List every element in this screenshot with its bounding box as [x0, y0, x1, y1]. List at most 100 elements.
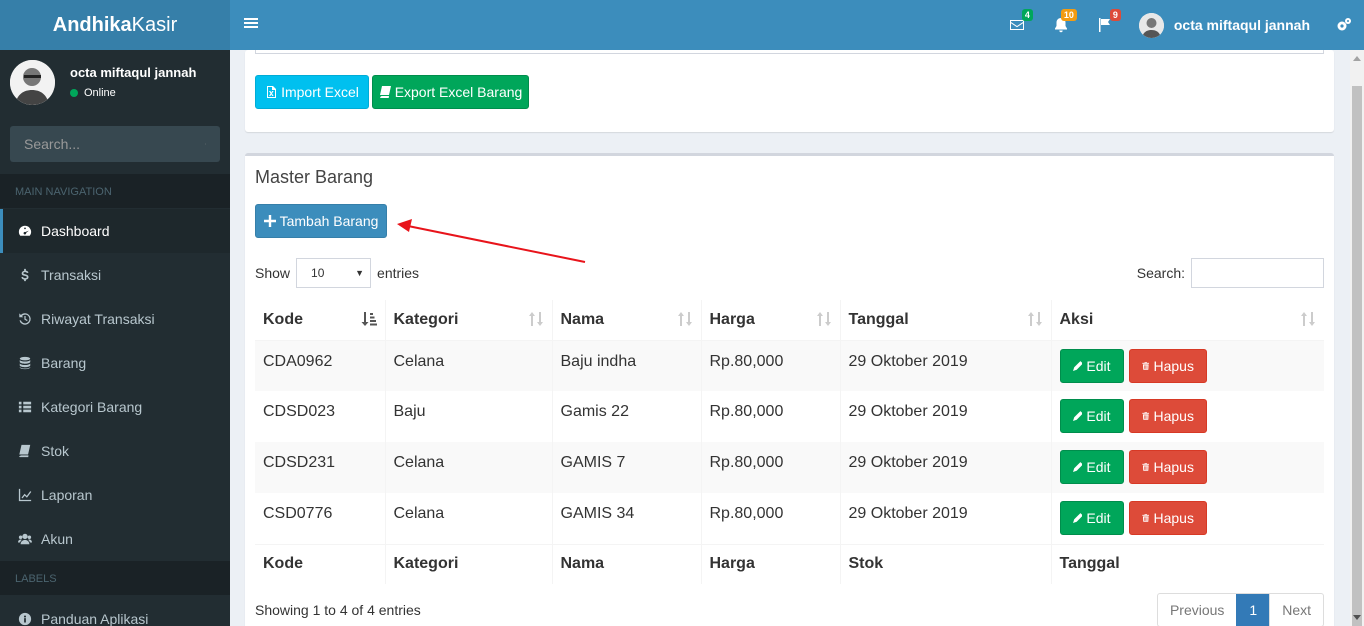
sidebar-item-label: Kategori Barang — [41, 399, 143, 415]
user-menu[interactable]: octa miftaqul jannah — [1127, 0, 1324, 50]
notifications-button[interactable]: 10 — [1039, 0, 1083, 50]
trash-icon — [1142, 361, 1150, 370]
add-barang-label: Tambah Barang — [279, 213, 379, 229]
book-icon — [379, 86, 391, 98]
cell-aksi: Edit Hapus — [1051, 442, 1324, 493]
sidebar-item-barang[interactable]: Barang — [0, 341, 230, 385]
dollar-icon — [21, 268, 29, 282]
line-chart-icon — [18, 488, 32, 502]
sidebar-user-name: octa miftaqul jannah — [70, 65, 197, 80]
cell-harga: Rp.80,000 — [701, 391, 841, 442]
table-info: Showing 1 to 4 of 4 entries — [255, 602, 421, 618]
cell-aksi: Edit Hapus — [1051, 493, 1324, 544]
edit-button[interactable]: Edit — [1059, 450, 1124, 484]
settings-button[interactable] — [1324, 0, 1364, 50]
sidebar: octa miftaqul jannah Online MAIN NAVIGAT… — [0, 50, 230, 626]
page-1-button[interactable]: 1 — [1236, 594, 1270, 626]
table-search-input[interactable] — [1191, 258, 1324, 288]
cell-harga: Rp.80,000 — [701, 493, 841, 544]
table-row: CDA0962 Celana Baju indha Rp.80,000 29 O… — [255, 340, 1324, 391]
sidebar-item-stok[interactable]: Stok — [0, 429, 230, 473]
page-scrollbar[interactable] — [1350, 50, 1364, 626]
dashboard-icon — [18, 225, 32, 236]
delete-button[interactable]: Hapus — [1128, 348, 1207, 383]
next-page-button[interactable]: Next — [1269, 594, 1323, 626]
add-barang-button[interactable]: Tambah Barang — [255, 204, 387, 238]
column-header-nama[interactable]: Nama — [552, 300, 702, 341]
search-icon[interactable] — [205, 137, 206, 151]
import-excel-button[interactable]: Import Excel — [255, 75, 369, 109]
app-logo[interactable]: Andhika Kasir — [0, 0, 230, 50]
book-icon — [19, 444, 31, 458]
scroll-up-icon[interactable] — [1353, 56, 1361, 61]
cell-harga: Rp.80,000 — [701, 340, 841, 391]
sort-both-icon — [528, 312, 543, 326]
messages-button[interactable]: 4 — [995, 0, 1039, 50]
delete-button[interactable]: Hapus — [1128, 399, 1207, 433]
dropdown-arrow-icon: ▼ — [355, 268, 365, 278]
column-header-kategori[interactable]: Kategori — [385, 300, 553, 341]
column-header-harga[interactable]: Harga — [701, 300, 841, 341]
sort-both-icon — [816, 312, 831, 326]
sidebar-item-dashboard[interactable]: Dashboard — [0, 209, 230, 253]
sidebar-toggle-icon[interactable] — [244, 16, 258, 34]
cell-kode: CDSD023 — [255, 391, 386, 442]
scrollbar-thumb[interactable] — [1352, 86, 1362, 626]
footer-column-harga: Harga — [701, 543, 841, 584]
sidebar-item-akun[interactable]: Akun — [0, 517, 230, 561]
tasks-badge: 9 — [1109, 9, 1121, 21]
trash-icon — [1142, 514, 1150, 522]
sidebar-item-riwayat-transaksi[interactable]: Riwayat Transaksi — [0, 297, 230, 341]
barang-table: Kode Kategori Nama Harga Tanggal Aksi CD… — [255, 300, 1324, 584]
table-row: CSD0776 Celana GAMIS 34 Rp.80,000 29 Okt… — [255, 493, 1324, 544]
delete-button[interactable]: Hapus — [1128, 450, 1207, 484]
pagination: Previous 1 Next — [1156, 593, 1324, 626]
page-size-select[interactable]: 10 ▼ — [296, 258, 372, 288]
trash-icon — [1142, 463, 1150, 471]
sidebar-item-transaksi[interactable]: Transaksi — [0, 253, 230, 297]
page-size-value: 10 — [311, 266, 325, 280]
cell-nama: GAMIS 7 — [552, 442, 702, 493]
cell-kode: CDSD231 — [255, 442, 386, 493]
labels-header: LABELS — [0, 561, 230, 595]
column-header-aksi[interactable]: Aksi — [1051, 300, 1324, 341]
delete-button[interactable]: Hapus — [1128, 501, 1207, 535]
sidebar-item-label: Panduan Aplikasi — [41, 611, 149, 626]
sidebar-item-laporan[interactable]: Laporan — [0, 473, 230, 517]
pencil-icon — [1072, 513, 1083, 523]
box-title: Master Barang — [255, 167, 374, 187]
users-icon — [18, 533, 32, 545]
footer-column-stok: Stok — [840, 543, 1052, 584]
sidebar-item-kategori-barang[interactable]: Kategori Barang — [0, 385, 230, 429]
database-icon — [19, 356, 31, 370]
footer-column-nama: Nama — [552, 543, 702, 584]
sort-both-icon — [1027, 312, 1042, 326]
previous-field-edge — [255, 50, 1324, 54]
tasks-button[interactable]: 9 — [1083, 0, 1127, 50]
edit-button[interactable]: Edit — [1059, 501, 1124, 535]
file-excel-icon — [267, 86, 277, 98]
plus-icon — [263, 215, 276, 227]
cell-aksi: Edit Hapus — [1051, 340, 1324, 391]
previous-page-button[interactable]: Previous — [1158, 594, 1236, 626]
export-excel-button[interactable]: Export Excel Barang — [372, 75, 529, 109]
pencil-icon — [1072, 411, 1083, 421]
sidebar-item-panduan-aplikasi[interactable]: Panduan Aplikasi — [0, 597, 230, 626]
cell-nama: Gamis 22 — [552, 391, 702, 442]
import-export-box: Import Excel Export Excel Barang — [245, 50, 1334, 132]
sidebar-search-input[interactable] — [24, 136, 205, 152]
history-icon — [19, 313, 31, 325]
column-header-tanggal[interactable]: Tanggal — [840, 300, 1052, 341]
pencil-icon — [1072, 360, 1083, 371]
cell-kategori: Celana — [385, 340, 553, 391]
sidebar-item-label: Stok — [41, 443, 70, 459]
edit-button[interactable]: Edit — [1059, 399, 1124, 433]
messages-badge: 4 — [1021, 9, 1033, 21]
scroll-down-icon[interactable] — [1353, 615, 1361, 620]
edit-button[interactable]: Edit — [1059, 348, 1124, 383]
sidebar-item-label: Transaksi — [41, 267, 102, 283]
column-header-kode[interactable]: Kode — [255, 300, 386, 341]
user-status-label: Online — [84, 87, 116, 99]
navbar-user-name: octa miftaqul jannah — [1173, 17, 1310, 33]
sort-ascending-icon — [361, 312, 377, 326]
